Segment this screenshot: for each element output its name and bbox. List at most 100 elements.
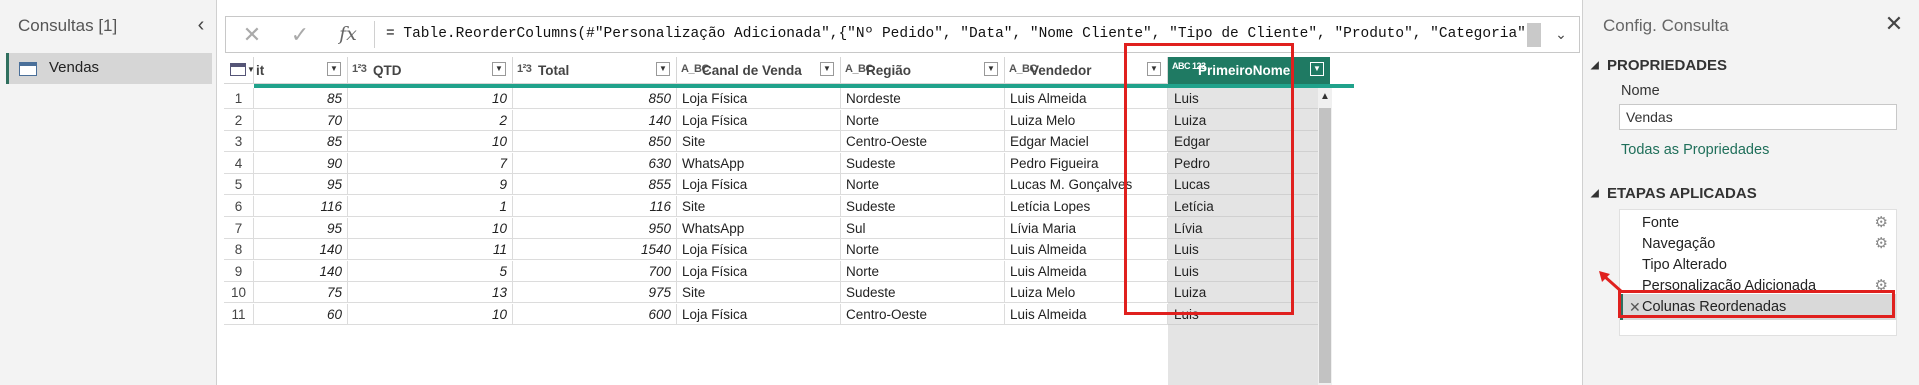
cell-canal-de-venda[interactable]: WhatsApp xyxy=(677,217,841,239)
cell-regiao[interactable]: Sudeste xyxy=(841,282,1005,304)
cell-regiao[interactable]: Norte xyxy=(841,109,1005,131)
query-item-vendas[interactable]: Vendas xyxy=(6,53,212,84)
filter-dropdown-icon[interactable]: ▼ xyxy=(656,62,670,76)
row-number[interactable]: 1 xyxy=(224,88,254,109)
cell-primeironome[interactable]: Luis xyxy=(1168,239,1318,261)
row-number[interactable]: 6 xyxy=(224,196,254,217)
applied-steps-section[interactable]: ◢ ETAPAS APLICADAS xyxy=(1591,185,1757,202)
chevron-down-icon[interactable]: ⌄ xyxy=(1549,21,1573,47)
cell-vendedor[interactable]: Pedro Figueira xyxy=(1005,152,1168,174)
filter-dropdown-icon[interactable]: ▼ xyxy=(984,62,998,76)
cell-total[interactable]: 850 xyxy=(513,131,677,153)
cell-regiao[interactable]: Norte xyxy=(841,174,1005,196)
column-header-canal-de-venda[interactable]: A_BC Canal de Venda ▼ xyxy=(677,57,841,84)
step-colunas-reordenadas[interactable]: ✕ Colunas Reordenadas xyxy=(1620,294,1896,320)
cell-canal-de-venda[interactable]: Loja Física xyxy=(677,174,841,196)
cell-vendedor[interactable]: Lívia Maria xyxy=(1005,217,1168,239)
column-header-it[interactable]: it ▼ xyxy=(254,57,348,84)
cell-it[interactable]: 60 xyxy=(254,304,348,325)
cell-canal-de-venda[interactable]: Loja Física xyxy=(677,239,841,261)
row-number[interactable]: 4 xyxy=(224,152,254,174)
cell-total[interactable]: 600 xyxy=(513,304,677,325)
cell-regiao[interactable]: Centro-Oeste xyxy=(841,131,1005,153)
cell-primeironome[interactable]: Luis xyxy=(1168,261,1318,282)
cell-it[interactable]: 85 xyxy=(254,131,348,153)
cell-regiao[interactable]: Sul xyxy=(841,217,1005,239)
cell-canal-de-venda[interactable]: Site xyxy=(677,196,841,217)
row-number[interactable]: 2 xyxy=(224,109,254,131)
cell-primeironome[interactable]: Luis xyxy=(1168,304,1318,325)
cell-it[interactable]: 116 xyxy=(254,196,348,217)
cell-vendedor[interactable]: Luis Almeida xyxy=(1005,260,1168,282)
row-number[interactable]: 5 xyxy=(224,174,254,196)
fx-icon[interactable]: fx xyxy=(328,17,368,52)
cell-it[interactable]: 75 xyxy=(254,282,348,304)
cell-vendedor[interactable]: Letícia Lopes xyxy=(1005,196,1168,217)
column-header-regiao[interactable]: A_BC Região ▼ xyxy=(841,57,1005,84)
column-header-qtd[interactable]: 1²3 QTD ▼ xyxy=(348,57,513,84)
cell-total[interactable]: 850 xyxy=(513,88,677,109)
table-menu-button[interactable]: ▼ xyxy=(224,57,255,84)
cell-vendedor[interactable]: Luiza Melo xyxy=(1005,282,1168,304)
cell-primeironome[interactable]: Lívia xyxy=(1168,218,1318,239)
cell-qtd[interactable]: 10 xyxy=(348,304,513,325)
cell-it[interactable]: 70 xyxy=(254,109,348,131)
cell-primeironome[interactable]: Lucas xyxy=(1168,174,1318,196)
cell-qtd[interactable]: 7 xyxy=(348,152,513,174)
column-header-primeironome[interactable]: ABC 123 PrimeiroNome ▼ xyxy=(1168,57,1330,84)
cell-total[interactable]: 140 xyxy=(513,109,677,131)
scrollbar-thumb[interactable] xyxy=(1319,108,1331,383)
number-type-icon[interactable]: 1²3 xyxy=(352,63,367,75)
cell-primeironome[interactable]: Luiza xyxy=(1168,110,1318,131)
cell-primeironome[interactable]: Luis xyxy=(1168,88,1318,109)
cell-canal-de-venda[interactable]: Loja Física xyxy=(677,109,841,131)
vertical-scrollbar[interactable]: ▲ xyxy=(1318,88,1332,385)
cell-total[interactable]: 700 xyxy=(513,260,677,282)
cell-vendedor[interactable]: Luis Almeida xyxy=(1005,88,1168,109)
cell-qtd[interactable]: 10 xyxy=(348,131,513,153)
cell-qtd[interactable]: 11 xyxy=(348,239,513,261)
cell-regiao[interactable]: Sudeste xyxy=(841,152,1005,174)
cell-it[interactable]: 95 xyxy=(254,174,348,196)
cell-it[interactable]: 85 xyxy=(254,88,348,109)
cancel-formula-icon[interactable]: ✕ xyxy=(232,17,272,52)
row-number[interactable]: 11 xyxy=(224,304,254,325)
row-number[interactable]: 3 xyxy=(224,131,254,153)
cell-regiao[interactable]: Norte xyxy=(841,260,1005,282)
confirm-formula-icon[interactable]: ✓ xyxy=(280,17,320,52)
cell-qtd[interactable]: 1 xyxy=(348,196,513,217)
all-properties-link[interactable]: Todas as Propriedades xyxy=(1621,142,1769,158)
column-header-vendedor[interactable]: A_BC Vendedor ▼ xyxy=(1005,57,1168,84)
formula-scrollbar[interactable] xyxy=(1527,23,1541,47)
cell-primeironome[interactable]: Edgar xyxy=(1168,131,1318,153)
cell-canal-de-venda[interactable]: WhatsApp xyxy=(677,152,841,174)
cell-qtd[interactable]: 10 xyxy=(348,88,513,109)
cell-primeironome[interactable]: Letícia xyxy=(1168,196,1318,217)
cell-canal-de-venda[interactable]: Site xyxy=(677,131,841,153)
row-number[interactable]: 9 xyxy=(224,260,254,282)
properties-section[interactable]: ◢ PROPRIEDADES xyxy=(1591,57,1727,74)
row-number[interactable]: 7 xyxy=(224,217,254,239)
filter-dropdown-icon[interactable]: ▼ xyxy=(327,62,341,76)
query-name-field[interactable]: Vendas xyxy=(1619,104,1897,130)
cell-total[interactable]: 1540 xyxy=(513,239,677,261)
cell-total[interactable]: 975 xyxy=(513,282,677,304)
cell-qtd[interactable]: 9 xyxy=(348,174,513,196)
cell-regiao[interactable]: Centro-Oeste xyxy=(841,304,1005,325)
cell-qtd[interactable]: 10 xyxy=(348,217,513,239)
cell-vendedor[interactable]: Luis Almeida xyxy=(1005,304,1168,325)
cell-qtd[interactable]: 5 xyxy=(348,260,513,282)
cell-canal-de-venda[interactable]: Loja Física xyxy=(677,260,841,282)
cell-total[interactable]: 855 xyxy=(513,174,677,196)
cell-qtd[interactable]: 2 xyxy=(348,109,513,131)
cell-primeironome[interactable]: Luiza xyxy=(1168,282,1318,304)
cell-regiao[interactable]: Sudeste xyxy=(841,196,1005,217)
close-icon[interactable]: ✕ xyxy=(1882,12,1906,36)
cell-it[interactable]: 140 xyxy=(254,239,348,261)
delete-step-icon[interactable]: ✕ xyxy=(1629,294,1641,320)
cell-vendedor[interactable]: Edgar Maciel xyxy=(1005,131,1168,153)
chevron-left-icon[interactable]: ‹ xyxy=(190,14,212,36)
row-number[interactable]: 8 xyxy=(224,239,254,261)
cell-it[interactable]: 140 xyxy=(254,260,348,282)
column-header-total[interactable]: 1²3 Total ▼ xyxy=(513,57,677,84)
